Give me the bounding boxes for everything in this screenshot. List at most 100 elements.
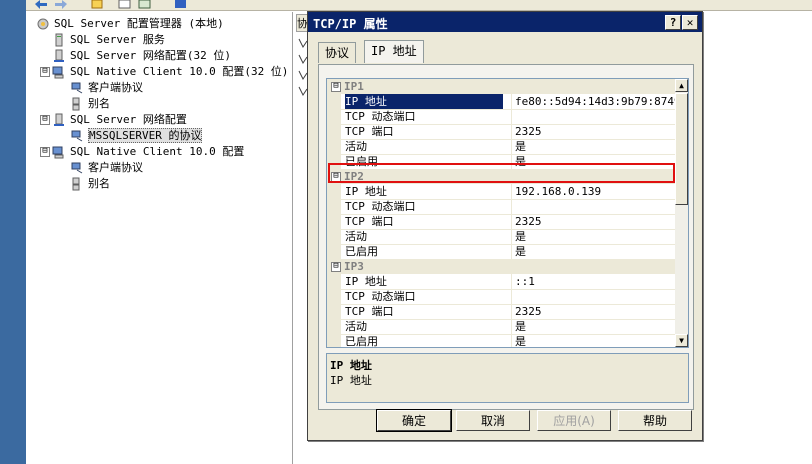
tree-item-network-config-32[interactable]: SQL Server 网络配置(32 位) xyxy=(52,48,231,64)
collapse-icon[interactable]: ⊟ xyxy=(40,67,50,77)
prop-row[interactable]: TCP 动态端口 xyxy=(327,199,675,215)
protocol-icon xyxy=(71,130,83,142)
forward-arrow-icon[interactable] xyxy=(54,0,68,9)
tree-item-label: SQL Native Client 10.0 配置 xyxy=(70,145,245,158)
prop-name: 已启用 xyxy=(345,245,378,258)
prop-row[interactable]: 活动 是 xyxy=(327,139,675,155)
prop-row[interactable]: TCP 动态端口 xyxy=(327,289,675,305)
prop-name: IP 地址 xyxy=(345,94,503,109)
collapse-icon[interactable]: ⊟ xyxy=(331,262,341,272)
prop-row[interactable]: 已启用 是 xyxy=(327,334,675,347)
console-tree: SQL Server 配置管理器 (本地) SQL Server 服务 SQL … xyxy=(30,12,293,464)
alias-icon xyxy=(72,97,80,111)
group-ip1[interactable]: ⊟ IP1 xyxy=(327,79,675,94)
prop-value[interactable]: 2325 xyxy=(511,124,675,139)
tree-item-label: 客户端协议 xyxy=(88,81,143,94)
prop-value[interactable]: 是 xyxy=(511,334,675,347)
desktop-edge xyxy=(0,0,26,464)
prop-value[interactable]: 2325 xyxy=(511,304,675,319)
tree-item-network-config[interactable]: ⊟ SQL Server 网络配置 xyxy=(40,112,187,128)
tree-item-mssqlserver-protocols[interactable]: MSSQLSERVER 的协议 xyxy=(70,128,203,144)
tree-item-client-protocols[interactable]: 客户端协议 xyxy=(70,160,143,176)
apply-button[interactable]: 应用(A) xyxy=(537,410,611,431)
prop-name: TCP 动态端口 xyxy=(345,110,416,123)
tree-item-label: SQL Server 网络配置(32 位) xyxy=(70,49,231,62)
row-gutter xyxy=(327,124,341,139)
row-gutter xyxy=(327,274,341,289)
tree-item-aliases[interactable]: 别名 xyxy=(70,176,110,192)
cancel-button[interactable]: 取消 xyxy=(456,410,530,431)
client-computer-icon xyxy=(52,146,64,159)
scroll-up-button[interactable]: ▲ xyxy=(675,79,688,92)
prop-value[interactable]: 2325 xyxy=(511,214,675,229)
prop-name: TCP 端口 xyxy=(345,215,394,228)
row-gutter xyxy=(327,229,341,244)
prop-row[interactable]: 已启用 是 xyxy=(327,244,675,260)
prop-value[interactable]: 是 xyxy=(511,319,675,334)
description-text: IP 地址 xyxy=(330,374,372,387)
tcpip-properties-dialog: TCP/IP 属性 ? ✕ 协议 IP 地址 ⊟ IP1 IP 地址fe80::5… xyxy=(307,11,703,441)
export-icon[interactable] xyxy=(138,0,152,9)
group-name: IP3 xyxy=(344,260,364,273)
prop-value[interactable]: 是 xyxy=(511,244,675,259)
tab-protocol[interactable]: 协议 xyxy=(318,42,357,63)
prop-row[interactable]: TCP 端口 2325 xyxy=(327,304,675,320)
tree-root[interactable]: SQL Server 配置管理器 (本地) xyxy=(36,16,224,32)
prop-row[interactable]: 活动 是 xyxy=(327,229,675,245)
protocol-icon xyxy=(71,82,83,94)
prop-value[interactable]: fe80::5d94:14d3:9b79:8749%14 xyxy=(511,94,675,109)
server-icon xyxy=(55,33,63,47)
edit-icon[interactable] xyxy=(90,0,104,9)
prop-row[interactable]: IP 地址 192.168.0.139 xyxy=(327,184,675,200)
prop-row[interactable]: 活动 是 xyxy=(327,319,675,335)
ok-button[interactable]: 确定 xyxy=(376,409,452,432)
row-gutter xyxy=(327,109,341,124)
group-ip3[interactable]: ⊟ IP3 xyxy=(327,259,675,274)
prop-value[interactable]: ::1 xyxy=(511,274,675,289)
tree-root-label: SQL Server 配置管理器 (本地) xyxy=(54,17,224,30)
row-gutter xyxy=(327,304,341,319)
row-gutter xyxy=(327,319,341,334)
back-arrow-icon[interactable] xyxy=(34,0,48,9)
vertical-scrollbar[interactable]: ▲ ▼ xyxy=(675,79,688,347)
dialog-title-bar[interactable]: TCP/IP 属性 ? ✕ xyxy=(308,12,702,32)
tree-item-label: SQL Server 服务 xyxy=(70,33,165,46)
prop-value[interactable] xyxy=(511,199,675,214)
prop-row-tcp-port[interactable]: TCP 端口 2325 xyxy=(327,124,675,140)
prop-value[interactable] xyxy=(511,289,675,304)
prop-name: 活动 xyxy=(345,140,367,153)
prop-row[interactable]: IP 地址 fe80::5d94:14d3:9b79:8749%14 xyxy=(327,94,675,110)
prop-row[interactable]: TCP 动态端口 xyxy=(327,109,675,125)
tree-item-client-protocols-32[interactable]: 客户端协议 xyxy=(70,80,143,96)
row-gutter xyxy=(327,244,341,259)
close-button[interactable]: ✕ xyxy=(682,15,698,30)
help-icon[interactable] xyxy=(174,0,188,9)
row-gutter xyxy=(327,334,341,347)
collapse-icon[interactable]: ⊟ xyxy=(331,82,341,92)
tree-item-native-client-32[interactable]: ⊟ SQL Native Client 10.0 配置(32 位) xyxy=(40,64,288,80)
scroll-thumb[interactable] xyxy=(675,93,688,205)
help-title-button[interactable]: ? xyxy=(665,15,681,30)
tree-item-native-client[interactable]: ⊟ SQL Native Client 10.0 配置 xyxy=(40,144,245,160)
prop-row[interactable]: IP 地址::1 xyxy=(327,274,675,290)
tree-item-label: SQL Server 网络配置 xyxy=(70,113,187,126)
tree-item-label: 别名 xyxy=(88,97,110,110)
tree-item-sql-server-services[interactable]: SQL Server 服务 xyxy=(52,32,165,48)
properties-icon[interactable] xyxy=(118,0,132,9)
description-title: IP 地址 xyxy=(330,359,372,372)
prop-value[interactable] xyxy=(511,109,675,124)
prop-value[interactable]: 是 xyxy=(511,229,675,244)
tab-ip-addresses[interactable]: IP 地址 xyxy=(364,40,424,63)
protocol-icon xyxy=(71,162,83,174)
prop-name: TCP 动态端口 xyxy=(345,290,416,303)
description-panel: IP 地址 IP 地址 xyxy=(326,353,689,403)
help-button[interactable]: 帮助 xyxy=(618,410,692,431)
scroll-down-button[interactable]: ▼ xyxy=(675,334,688,347)
collapse-icon[interactable]: ⊟ xyxy=(40,147,50,157)
collapse-icon[interactable]: ⊟ xyxy=(40,115,50,125)
prop-row[interactable]: TCP 端口 2325 xyxy=(327,214,675,230)
prop-value[interactable]: 是 xyxy=(511,139,675,154)
prop-value[interactable]: 192.168.0.139 xyxy=(511,184,675,199)
tab-label: 协议 xyxy=(325,46,350,60)
tree-item-aliases-32[interactable]: 别名 xyxy=(70,96,110,112)
